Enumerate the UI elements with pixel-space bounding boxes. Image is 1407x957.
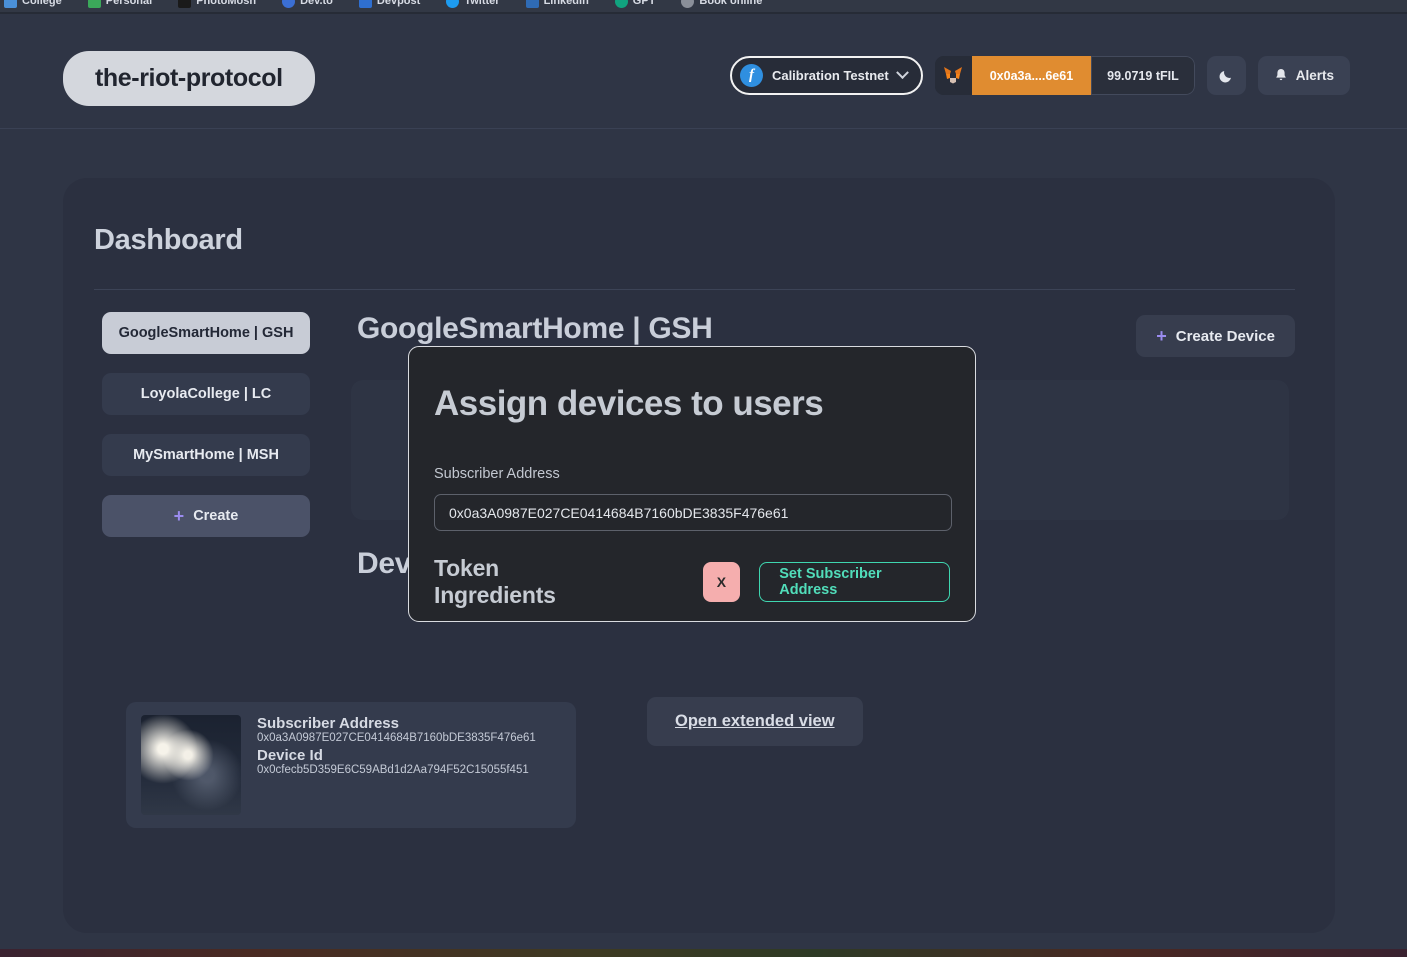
wallet-balance: 99.0719 tFIL bbox=[1091, 56, 1195, 95]
device-card[interactable]: Subscriber Address 0x0a3A0987E027CE04146… bbox=[126, 702, 576, 828]
bookmark-label: PhotoMosh bbox=[196, 0, 256, 7]
sidebar-item-label: LoyolaCollege | LC bbox=[141, 386, 272, 402]
bookmark-icon bbox=[526, 0, 539, 8]
app-header: the-riot-protocol f Calibration Testnet … bbox=[0, 14, 1407, 129]
alerts-label: Alerts bbox=[1296, 68, 1334, 83]
subscriber-address-label: Subscriber Address bbox=[257, 715, 536, 732]
network-name: Calibration Testnet bbox=[772, 68, 889, 83]
subscriber-address-value: 0x0a3A0987E027CE0414684B7160bDE3835F476e… bbox=[257, 732, 536, 744]
bookmark-label: Devpost bbox=[377, 0, 420, 7]
bell-icon bbox=[1274, 68, 1288, 83]
theme-toggle-button[interactable] bbox=[1207, 56, 1246, 95]
wallet-address[interactable]: 0x0a3a....6e61 bbox=[972, 56, 1091, 95]
header-controls: f Calibration Testnet 0x0a3a....6e61 99.… bbox=[730, 56, 1350, 95]
close-modal-button[interactable]: X bbox=[703, 562, 741, 602]
browser-bookmarks-bar: College Personal PhotoMosh Dev.to Devpos… bbox=[0, 0, 1407, 12]
open-extended-view-label: Open extended view bbox=[675, 712, 835, 730]
sidebar-item-label: MySmartHome | MSH bbox=[133, 447, 279, 463]
bookmark-icon bbox=[88, 0, 101, 8]
bookmark-label: Twitter bbox=[464, 0, 499, 7]
bookmark-item[interactable]: Twitter bbox=[446, 0, 499, 8]
bookmark-item[interactable]: PhotoMosh bbox=[178, 0, 256, 8]
assign-devices-modal: Assign devices to users Subscriber Addre… bbox=[408, 346, 976, 622]
section-heading: GoogleSmartHome | GSH bbox=[357, 312, 713, 346]
plus-icon: + bbox=[1156, 327, 1167, 345]
device-id-value: 0x0cfecb5D359E6C59ABd1d2Aa794F52C15055f4… bbox=[257, 764, 536, 776]
bookmark-item[interactable]: LinkedIn bbox=[526, 0, 589, 8]
modal-footer: Token Ingredients X Set Subscriber Addre… bbox=[434, 555, 950, 609]
bookmark-item[interactable]: Personal bbox=[88, 0, 152, 8]
network-selector[interactable]: f Calibration Testnet bbox=[730, 56, 923, 95]
chevron-down-icon bbox=[896, 66, 909, 79]
bookmark-item[interactable]: Dev.to bbox=[282, 0, 333, 8]
modal-title: Assign devices to users bbox=[434, 384, 950, 424]
device-thumbnail-image bbox=[141, 715, 241, 815]
bookmark-icon bbox=[359, 0, 372, 8]
bookmark-icon bbox=[4, 0, 17, 8]
bookmark-label: Book online bbox=[699, 0, 762, 7]
sidebar-create-button[interactable]: + Create bbox=[102, 495, 310, 537]
bookmark-item[interactable]: Devpost bbox=[359, 0, 420, 8]
bottom-color-strip bbox=[0, 949, 1407, 957]
open-extended-view-button[interactable]: Open extended view bbox=[647, 697, 863, 746]
page-title: Dashboard bbox=[94, 224, 243, 257]
bookmark-icon bbox=[615, 0, 628, 8]
bookmark-label: GPT bbox=[633, 0, 656, 7]
bookmark-label: LinkedIn bbox=[544, 0, 589, 7]
create-device-button[interactable]: + Create Device bbox=[1136, 315, 1295, 357]
sidebar-item-mysmarthome[interactable]: MySmartHome | MSH bbox=[102, 434, 310, 476]
device-id-label: Device Id bbox=[257, 747, 536, 764]
bookmark-icon bbox=[282, 0, 295, 8]
bookmark-item[interactable]: College bbox=[4, 0, 62, 8]
bookmark-label: College bbox=[22, 0, 62, 7]
bookmark-item[interactable]: GPT bbox=[615, 0, 656, 8]
alerts-button[interactable]: Alerts bbox=[1258, 56, 1350, 95]
bookmark-label: Dev.to bbox=[300, 0, 333, 7]
bookmark-icon bbox=[446, 0, 459, 8]
sidebar-item-loyolacollege[interactable]: LoyolaCollege | LC bbox=[102, 373, 310, 415]
moon-icon bbox=[1218, 67, 1235, 84]
bookmark-icon bbox=[178, 0, 191, 8]
wallet-group[interactable]: 0x0a3a....6e61 99.0719 tFIL bbox=[935, 56, 1195, 95]
create-device-label: Create Device bbox=[1176, 328, 1275, 345]
bookmark-label: Personal bbox=[106, 0, 152, 7]
bookmark-icon bbox=[681, 0, 694, 8]
sidebar-item-label: GoogleSmartHome | GSH bbox=[119, 325, 294, 341]
brand-logo[interactable]: the-riot-protocol bbox=[63, 51, 315, 106]
title-divider bbox=[94, 289, 1295, 290]
bookmark-item[interactable]: Book online bbox=[681, 0, 762, 8]
metamask-fox-icon bbox=[935, 56, 972, 95]
subscriber-address-input[interactable] bbox=[434, 494, 952, 531]
token-ingredients-heading: Token Ingredients bbox=[434, 555, 612, 609]
device-card-details: Subscriber Address 0x0a3A0987E027CE04146… bbox=[257, 715, 536, 779]
plus-icon: + bbox=[174, 507, 185, 525]
set-subscriber-address-button[interactable]: Set Subscriber Address bbox=[759, 562, 950, 602]
sidebar: GoogleSmartHome | GSH LoyolaCollege | LC… bbox=[102, 312, 310, 537]
sidebar-item-googlesmarthome[interactable]: GoogleSmartHome | GSH bbox=[102, 312, 310, 354]
subscriber-address-field-label: Subscriber Address bbox=[434, 466, 950, 482]
filecoin-icon: f bbox=[740, 64, 763, 87]
sidebar-create-label: Create bbox=[193, 508, 238, 524]
